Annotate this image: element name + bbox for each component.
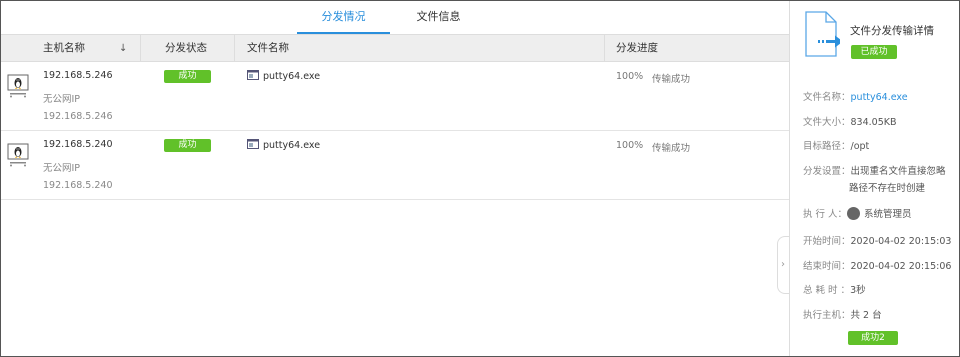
detail-label: 文件名称： — [803, 92, 851, 103]
column-divider — [140, 35, 141, 62]
panel-status-badge: 已成功 — [851, 45, 897, 59]
detail-settings: 分发设置：出现重名文件直接忽略 — [803, 163, 946, 177]
host-public-ip: 无公网IP — [43, 94, 81, 105]
detail-target-path: 目标路径：/opt — [803, 138, 869, 152]
sort-arrow-icon[interactable]: ↓ — [119, 35, 127, 62]
detail-value: 系统管理员 — [864, 209, 912, 220]
table-row[interactable]: 192.168.5.246 无公网IP 192.168.5.246 成功 put… — [1, 62, 789, 131]
detail-settings-line2: 路径不存在时创建 — [849, 180, 925, 194]
file-name-link[interactable]: putty64.exe — [851, 92, 908, 103]
column-divider — [604, 35, 605, 62]
detail-label: 分发设置： — [803, 166, 851, 177]
linux-icon — [7, 74, 29, 98]
chevron-right-icon: › — [781, 259, 785, 270]
detail-value: /opt — [850, 141, 870, 152]
detail-file-size: 文件大小：834.05KB — [803, 114, 897, 128]
progress-percent: 100% — [616, 140, 644, 151]
header-file[interactable]: 文件名称 — [247, 35, 289, 62]
column-divider — [234, 35, 235, 62]
host-private-ip: 192.168.5.240 — [43, 180, 113, 191]
progress-percent: 100% — [616, 71, 644, 82]
header-progress[interactable]: 分发进度 — [616, 35, 658, 62]
detail-file-name: 文件名称：putty64.exe — [803, 89, 908, 103]
table-row[interactable]: 192.168.5.240 无公网IP 192.168.5.240 成功 put… — [1, 131, 789, 200]
file-name: putty64.exe — [263, 71, 321, 82]
detail-panel: 文件分发传输详情 已成功 文件名称：putty64.exe 文件大小：834.0… — [789, 1, 959, 356]
file-transfer-icon — [805, 11, 840, 57]
avatar — [847, 207, 861, 220]
detail-value: 834.05KB — [850, 117, 897, 128]
header-host[interactable]: 主机名称 — [43, 35, 85, 62]
detail-start-time: 开始时间：2020-04-02 20:15:03 — [803, 233, 951, 247]
host-public-ip: 无公网IP — [43, 163, 81, 174]
detail-label: 文件大小： — [803, 117, 851, 128]
file-icon — [247, 139, 259, 149]
detail-value: 2020-04-02 20:15:03 — [850, 236, 952, 247]
detail-duration: 总 耗 时 ：3秒 — [803, 282, 866, 296]
detail-value: 出现重名文件直接忽略 — [850, 166, 946, 177]
detail-hosts: 执行主机：共 2 台 — [803, 307, 882, 321]
detail-label: 执 行 人： — [803, 209, 848, 220]
panel-title: 文件分发传输详情 — [850, 25, 934, 37]
progress-text: 传输成功 — [652, 74, 691, 85]
detail-end-time: 结束时间：2020-04-02 20:15:06 — [803, 258, 951, 272]
success-count-badge[interactable]: 成功2 — [848, 331, 898, 345]
linux-icon — [7, 143, 29, 167]
host-private-ip: 192.168.5.246 — [43, 111, 113, 122]
detail-executor: 执 行 人： 系统管理员 — [803, 206, 912, 221]
host-ip: 192.168.5.246 — [43, 70, 113, 81]
detail-value: 路径不存在时创建 — [849, 183, 926, 194]
tab-distribution[interactable]: 分发情况 — [297, 0, 390, 34]
status-badge: 成功 — [164, 70, 211, 83]
table-header: 主机名称 ↓ 分发状态 文件名称 分发进度 — [1, 34, 789, 62]
detail-label: 开始时间： — [803, 236, 851, 247]
detail-label: 总 耗 时 ： — [803, 285, 851, 296]
detail-label: 结束时间： — [803, 261, 851, 272]
file-icon — [247, 70, 259, 80]
detail-label: 目标路径： — [803, 141, 851, 152]
progress-text: 传输成功 — [652, 143, 691, 154]
detail-value: 2020-04-02 20:15:06 — [850, 261, 952, 272]
tab-bar: 分发情况 文件信息 — [0, 0, 790, 34]
detail-value: 共 2 台 — [850, 310, 882, 321]
detail-value: 3秒 — [850, 285, 866, 296]
file-name: putty64.exe — [263, 140, 321, 151]
status-badge: 成功 — [164, 139, 211, 152]
detail-label: 执行主机： — [803, 310, 851, 321]
tab-file-info[interactable]: 文件信息 — [392, 0, 485, 34]
header-status[interactable]: 分发状态 — [165, 35, 207, 62]
host-ip: 192.168.5.240 — [43, 139, 113, 150]
